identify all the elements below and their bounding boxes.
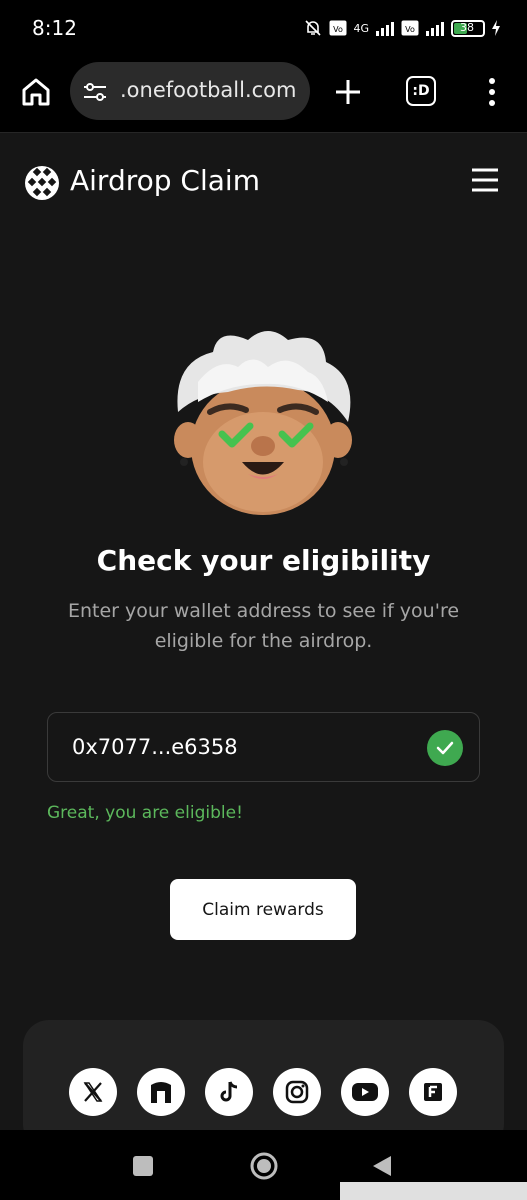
status-icons: Vo 4G Vo 38 — [303, 18, 501, 38]
signal-icon — [376, 22, 394, 36]
volte-icon: Vo — [329, 20, 347, 36]
home-nav-icon[interactable] — [249, 1151, 279, 1181]
status-time: 8:12 — [32, 16, 77, 40]
site-title: Airdrop Claim — [70, 164, 260, 197]
gate-icon[interactable] — [137, 1068, 185, 1116]
instagram-icon[interactable] — [273, 1068, 321, 1116]
valid-check-icon — [427, 730, 463, 766]
tiktok-icon[interactable] — [205, 1068, 253, 1116]
social-links — [69, 1068, 457, 1116]
more-vert-icon[interactable] — [478, 74, 506, 110]
system-nav-bar — [0, 1130, 527, 1200]
home-icon[interactable] — [18, 74, 54, 110]
browser-toolbar: .onefootball.com :D — [0, 56, 527, 133]
wallet-address-input[interactable]: 0x7077...e6358 — [47, 712, 480, 782]
site-header: Airdrop Claim — [0, 133, 527, 229]
tab-switcher-button[interactable]: :D — [406, 76, 436, 106]
youtube-icon[interactable] — [341, 1068, 389, 1116]
x-icon[interactable] — [69, 1068, 117, 1116]
nav-handle — [340, 1182, 527, 1200]
tune-icon[interactable] — [82, 80, 108, 104]
svg-text:Vo: Vo — [405, 25, 415, 34]
eligibility-heading: Check your eligibility — [96, 544, 431, 577]
status-bar: 8:12 Vo 4G Vo 38 — [0, 0, 527, 56]
url-bar[interactable]: .onefootball.com — [70, 62, 310, 120]
signal-icon-2 — [426, 22, 444, 36]
url-text[interactable]: .onefootball.com — [120, 78, 296, 102]
recents-button[interactable] — [133, 1156, 153, 1176]
hamburger-menu-icon[interactable] — [470, 167, 500, 193]
onefootball-logo-icon[interactable] — [24, 165, 60, 201]
plus-icon[interactable] — [330, 74, 366, 110]
wallet-address-value[interactable]: 0x7077...e6358 — [72, 735, 238, 759]
claim-rewards-button[interactable]: Claim rewards — [170, 879, 356, 940]
avatar-illustration — [174, 331, 352, 515]
back-nav-icon[interactable] — [371, 1154, 393, 1178]
eligibility-status-message: Great, you are eligible! — [47, 803, 243, 823]
network-type: 4G — [353, 21, 369, 35]
volte-icon-2: Vo — [401, 20, 419, 36]
svg-text:Vo: Vo — [334, 25, 344, 34]
mute-bell-icon — [305, 20, 322, 36]
battery-icon: 38 — [451, 19, 485, 37]
charging-icon — [492, 20, 500, 36]
f-logo-icon[interactable] — [409, 1068, 457, 1116]
battery-level: 38 — [460, 20, 474, 34]
eligibility-subtext: Enter your wallet address to see if you'… — [67, 600, 460, 652]
